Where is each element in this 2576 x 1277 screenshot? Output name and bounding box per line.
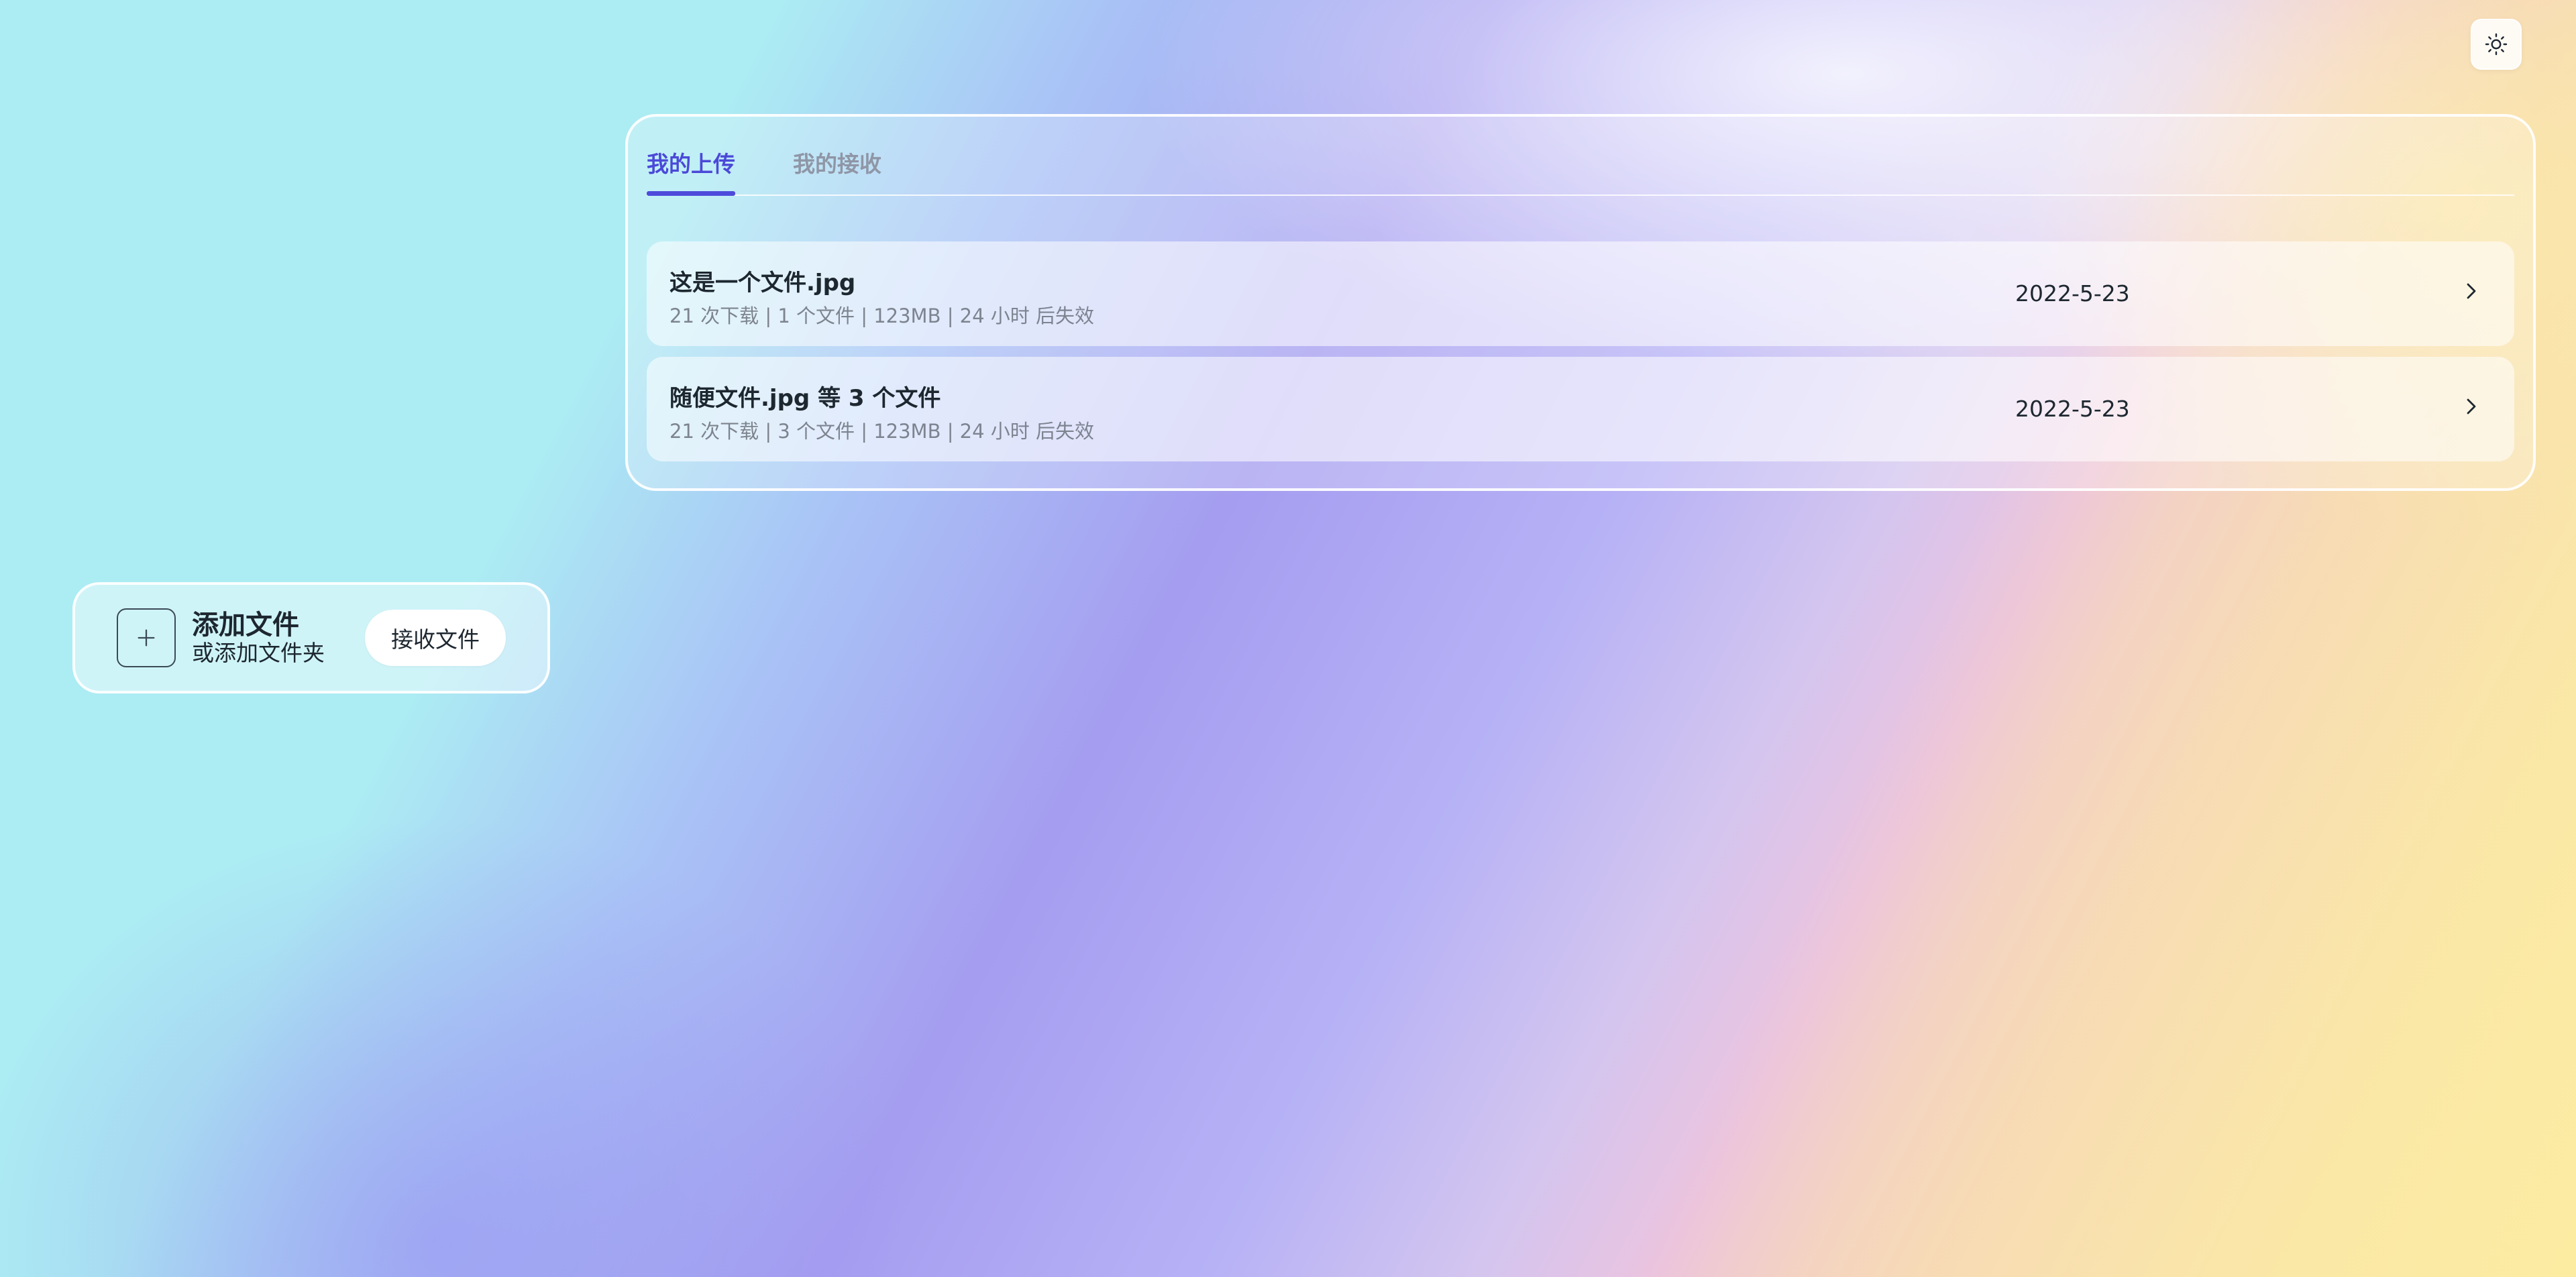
tab-my-received[interactable]: 我的接收 xyxy=(793,144,881,195)
sun-icon xyxy=(2485,33,2508,56)
add-file-button[interactable] xyxy=(117,608,176,667)
file-date: 2022-5-23 xyxy=(2015,396,2130,422)
file-list-item[interactable]: 这是一个文件.jpg 21 次下载 | 1 个文件 | 123MB | 24 小… xyxy=(647,241,2514,346)
file-meta: 21 次下载 | 1 个文件 | 123MB | 24 小时 后失效 xyxy=(669,304,1095,327)
add-folder-subtitle: 或添加文件夹 xyxy=(192,640,325,666)
file-list-panel: 我的上传 我的接收 这是一个文件.jpg 21 次下载 | 1 个文件 | 12… xyxy=(625,114,2536,491)
add-file-title: 添加文件 xyxy=(192,610,299,641)
add-file-text[interactable]: 添加文件 或添加文件夹 xyxy=(192,610,325,666)
receive-file-button[interactable]: 接收文件 xyxy=(365,610,506,666)
chevron-right-icon[interactable] xyxy=(2455,275,2487,307)
tab-my-uploads[interactable]: 我的上传 xyxy=(647,144,735,196)
file-name: 这是一个文件.jpg xyxy=(669,270,856,296)
add-file-card: 添加文件 或添加文件夹 接收文件 xyxy=(72,582,550,693)
tab-bar: 我的上传 我的接收 xyxy=(647,144,2514,196)
plus-icon xyxy=(138,629,155,647)
file-list-item[interactable]: 随便文件.jpg 等 3 个文件 21 次下载 | 3 个文件 | 123MB … xyxy=(647,357,2514,461)
file-meta: 21 次下载 | 3 个文件 | 123MB | 24 小时 后失效 xyxy=(669,420,1095,443)
file-date: 2022-5-23 xyxy=(2015,280,2130,307)
chevron-right-icon[interactable] xyxy=(2455,390,2487,423)
file-name: 随便文件.jpg 等 3 个文件 xyxy=(669,385,941,412)
theme-toggle-button[interactable] xyxy=(2471,19,2522,70)
